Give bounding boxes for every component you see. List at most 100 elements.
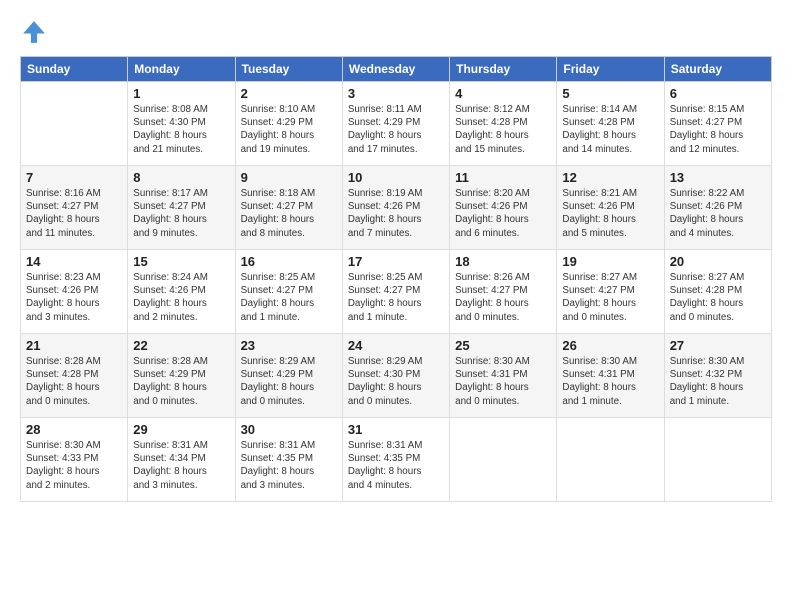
day-info: Sunrise: 8:10 AM Sunset: 4:29 PM Dayligh…: [241, 103, 337, 156]
day-number: 31: [348, 422, 444, 437]
day-info: Sunrise: 8:16 AM Sunset: 4:27 PM Dayligh…: [26, 187, 122, 240]
day-number: 6: [670, 86, 766, 101]
day-info: Sunrise: 8:15 AM Sunset: 4:27 PM Dayligh…: [670, 103, 766, 156]
weekday-header-sunday: Sunday: [21, 57, 128, 82]
calendar-cell: 1 Sunrise: 8:08 AM Sunset: 4:30 PM Daylig…: [128, 82, 235, 166]
calendar-cell: 14 Sunrise: 8:23 AM Sunset: 4:26 PM Dayli…: [21, 250, 128, 334]
calendar-cell: 16 Sunrise: 8:25 AM Sunset: 4:27 PM Dayli…: [235, 250, 342, 334]
day-info: Sunrise: 8:31 AM Sunset: 4:35 PM Dayligh…: [348, 439, 444, 492]
day-number: 17: [348, 254, 444, 269]
day-info: Sunrise: 8:30 AM Sunset: 4:33 PM Dayligh…: [26, 439, 122, 492]
day-info: Sunrise: 8:27 AM Sunset: 4:27 PM Dayligh…: [562, 271, 658, 324]
calendar-cell: 25 Sunrise: 8:30 AM Sunset: 4:31 PM Dayli…: [450, 334, 557, 418]
calendar-cell: 12Sunrise: 8:21 AM Sunset: 4:26 PM Dayli…: [557, 166, 664, 250]
calendar-table: SundayMondayTuesdayWednesdayThursdayFrid…: [20, 56, 772, 502]
day-number: 3: [348, 86, 444, 101]
day-info: Sunrise: 8:27 AM Sunset: 4:28 PM Dayligh…: [670, 271, 766, 324]
weekday-header-saturday: Saturday: [664, 57, 771, 82]
logo: [20, 18, 52, 46]
calendar-cell: 15Sunrise: 8:24 AM Sunset: 4:26 PM Dayli…: [128, 250, 235, 334]
calendar-cell: 29 Sunrise: 8:31 AM Sunset: 4:34 PM Dayli…: [128, 418, 235, 502]
calendar-cell: 5Sunrise: 8:14 AM Sunset: 4:28 PM Daylig…: [557, 82, 664, 166]
day-info: Sunrise: 8:12 AM Sunset: 4:28 PM Dayligh…: [455, 103, 551, 156]
day-number: 15: [133, 254, 229, 269]
calendar-cell: 18 Sunrise: 8:26 AM Sunset: 4:27 PM Dayli…: [450, 250, 557, 334]
calendar-week-2: 7 Sunrise: 8:16 AM Sunset: 4:27 PM Daylig…: [21, 166, 772, 250]
calendar-cell: 28 Sunrise: 8:30 AM Sunset: 4:33 PM Dayli…: [21, 418, 128, 502]
day-number: 20: [670, 254, 766, 269]
day-info: Sunrise: 8:29 AM Sunset: 4:30 PM Dayligh…: [348, 355, 444, 408]
day-number: 25: [455, 338, 551, 353]
weekday-header-monday: Monday: [128, 57, 235, 82]
day-number: 23: [241, 338, 337, 353]
day-info: Sunrise: 8:31 AM Sunset: 4:35 PM Dayligh…: [241, 439, 337, 492]
day-info: Sunrise: 8:23 AM Sunset: 4:26 PM Dayligh…: [26, 271, 122, 324]
day-info: Sunrise: 8:28 AM Sunset: 4:28 PM Dayligh…: [26, 355, 122, 408]
day-number: 29: [133, 422, 229, 437]
day-info: Sunrise: 8:08 AM Sunset: 4:30 PM Dayligh…: [133, 103, 229, 156]
calendar-cell: 20 Sunrise: 8:27 AM Sunset: 4:28 PM Dayli…: [664, 250, 771, 334]
weekday-header-friday: Friday: [557, 57, 664, 82]
day-info: Sunrise: 8:22 AM Sunset: 4:26 PM Dayligh…: [670, 187, 766, 240]
weekday-header-thursday: Thursday: [450, 57, 557, 82]
day-number: 13: [670, 170, 766, 185]
day-info: Sunrise: 8:17 AM Sunset: 4:27 PM Dayligh…: [133, 187, 229, 240]
calendar-cell: 11 Sunrise: 8:20 AM Sunset: 4:26 PM Dayli…: [450, 166, 557, 250]
day-info: Sunrise: 8:11 AM Sunset: 4:29 PM Dayligh…: [348, 103, 444, 156]
day-number: 10: [348, 170, 444, 185]
calendar-body: 1 Sunrise: 8:08 AM Sunset: 4:30 PM Daylig…: [21, 82, 772, 502]
calendar-cell: 30 Sunrise: 8:31 AM Sunset: 4:35 PM Dayli…: [235, 418, 342, 502]
logo-icon: [20, 18, 48, 46]
day-number: 12: [562, 170, 658, 185]
day-number: 8: [133, 170, 229, 185]
day-info: Sunrise: 8:31 AM Sunset: 4:34 PM Dayligh…: [133, 439, 229, 492]
calendar-cell: 4Sunrise: 8:12 AM Sunset: 4:28 PM Daylig…: [450, 82, 557, 166]
day-number: 21: [26, 338, 122, 353]
calendar-cell: 19 Sunrise: 8:27 AM Sunset: 4:27 PM Dayli…: [557, 250, 664, 334]
day-info: Sunrise: 8:30 AM Sunset: 4:31 PM Dayligh…: [455, 355, 551, 408]
day-info: Sunrise: 8:30 AM Sunset: 4:31 PM Dayligh…: [562, 355, 658, 408]
day-number: 16: [241, 254, 337, 269]
calendar-week-5: 28 Sunrise: 8:30 AM Sunset: 4:33 PM Dayli…: [21, 418, 772, 502]
calendar-week-3: 14 Sunrise: 8:23 AM Sunset: 4:26 PM Dayli…: [21, 250, 772, 334]
day-number: 18: [455, 254, 551, 269]
day-number: 11: [455, 170, 551, 185]
day-info: Sunrise: 8:19 AM Sunset: 4:26 PM Dayligh…: [348, 187, 444, 240]
day-number: 28: [26, 422, 122, 437]
day-number: 27: [670, 338, 766, 353]
weekday-header-tuesday: Tuesday: [235, 57, 342, 82]
calendar-cell: 13 Sunrise: 8:22 AM Sunset: 4:26 PM Dayli…: [664, 166, 771, 250]
day-info: Sunrise: 8:28 AM Sunset: 4:29 PM Dayligh…: [133, 355, 229, 408]
calendar-cell: 24Sunrise: 8:29 AM Sunset: 4:30 PM Dayli…: [342, 334, 449, 418]
day-info: Sunrise: 8:25 AM Sunset: 4:27 PM Dayligh…: [348, 271, 444, 324]
day-number: 1: [133, 86, 229, 101]
calendar-cell: 3 Sunrise: 8:11 AM Sunset: 4:29 PM Daylig…: [342, 82, 449, 166]
calendar-cell: 26 Sunrise: 8:30 AM Sunset: 4:31 PM Dayli…: [557, 334, 664, 418]
day-number: 26: [562, 338, 658, 353]
page: SundayMondayTuesdayWednesdayThursdayFrid…: [0, 0, 792, 612]
calendar-cell: 21 Sunrise: 8:28 AM Sunset: 4:28 PM Dayli…: [21, 334, 128, 418]
day-info: Sunrise: 8:30 AM Sunset: 4:32 PM Dayligh…: [670, 355, 766, 408]
calendar-cell: [664, 418, 771, 502]
day-number: 30: [241, 422, 337, 437]
day-number: 2: [241, 86, 337, 101]
calendar-week-4: 21 Sunrise: 8:28 AM Sunset: 4:28 PM Dayli…: [21, 334, 772, 418]
day-number: 19: [562, 254, 658, 269]
day-info: Sunrise: 8:14 AM Sunset: 4:28 PM Dayligh…: [562, 103, 658, 156]
calendar-cell: 10 Sunrise: 8:19 AM Sunset: 4:26 PM Dayli…: [342, 166, 449, 250]
day-number: 7: [26, 170, 122, 185]
day-info: Sunrise: 8:20 AM Sunset: 4:26 PM Dayligh…: [455, 187, 551, 240]
day-number: 14: [26, 254, 122, 269]
weekday-row: SundayMondayTuesdayWednesdayThursdayFrid…: [21, 57, 772, 82]
day-number: 22: [133, 338, 229, 353]
calendar-cell: 7 Sunrise: 8:16 AM Sunset: 4:27 PM Daylig…: [21, 166, 128, 250]
day-info: Sunrise: 8:25 AM Sunset: 4:27 PM Dayligh…: [241, 271, 337, 324]
day-info: Sunrise: 8:26 AM Sunset: 4:27 PM Dayligh…: [455, 271, 551, 324]
day-number: 9: [241, 170, 337, 185]
header: [20, 18, 772, 46]
calendar-cell: 23Sunrise: 8:29 AM Sunset: 4:29 PM Dayli…: [235, 334, 342, 418]
calendar-cell: [557, 418, 664, 502]
calendar-cell: 6 Sunrise: 8:15 AM Sunset: 4:27 PM Daylig…: [664, 82, 771, 166]
calendar-cell: 22 Sunrise: 8:28 AM Sunset: 4:29 PM Dayli…: [128, 334, 235, 418]
calendar-cell: 2 Sunrise: 8:10 AM Sunset: 4:29 PM Daylig…: [235, 82, 342, 166]
